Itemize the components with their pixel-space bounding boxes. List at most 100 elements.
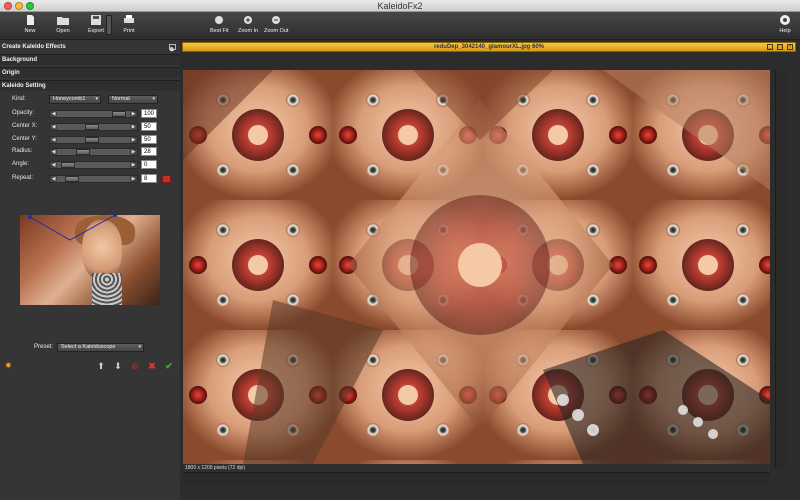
- radius-slider[interactable]: ◀ ▶: [49, 148, 138, 156]
- center-x-value[interactable]: 50: [141, 122, 157, 131]
- window-title: KaleidoFx2: [377, 1, 423, 11]
- slider-thumb[interactable]: [61, 162, 75, 168]
- section-kaleido-setting[interactable]: Kaleido Setting: [0, 80, 180, 91]
- section-background-label: Background: [2, 57, 38, 63]
- new-label: New: [24, 28, 36, 34]
- best-fit-icon: [215, 16, 224, 24]
- help-label: Help: [779, 28, 791, 34]
- zoom-in-button[interactable]: Zoom In: [238, 14, 258, 34]
- slider-thumb[interactable]: [85, 124, 99, 130]
- section-kaleido-label: Kaleido Setting: [2, 83, 46, 89]
- kaleidoscope-canvas[interactable]: [183, 70, 770, 464]
- zoom-out-icon: [272, 16, 281, 24]
- center-y-slider[interactable]: ◀ ▶: [49, 136, 138, 144]
- param-label: Opacity:: [12, 110, 35, 116]
- printer-icon: [124, 15, 134, 23]
- slider-left-arrow-icon[interactable]: ◀: [50, 149, 57, 155]
- wedge-handle[interactable]: [113, 215, 117, 217]
- zoom-in-label: Zoom In: [238, 28, 259, 34]
- center-y-value[interactable]: 50: [141, 135, 157, 144]
- export-button[interactable]: Export: [88, 14, 104, 34]
- param-row: Radius: ◀ ▶ 28: [0, 146, 180, 157]
- help-lifebuoy-icon: [780, 15, 790, 25]
- document-titlebar: reduDep_3042140_glamourXL.jpg 60% _ □ ×: [182, 42, 796, 52]
- document-window: reduDep_3042140_glamourXL.jpg 60% _ □ ×: [180, 40, 800, 500]
- best-fit-label: Best Fit: [210, 28, 229, 34]
- vertical-scrollbar[interactable]: [775, 70, 787, 468]
- slider-thumb[interactable]: [112, 111, 126, 117]
- main-toolbar: New Open Export Print Best Fit Zoom In Z…: [0, 12, 800, 40]
- angle-slider[interactable]: ◀ ▶: [49, 161, 138, 169]
- center-x-slider[interactable]: ◀ ▶: [49, 123, 138, 131]
- param-label: Center Y:: [12, 136, 37, 142]
- cancel-x-icon[interactable]: ✖: [146, 360, 158, 372]
- slider-thumb[interactable]: [65, 176, 79, 182]
- kind-value: Honeycomb1: [53, 96, 86, 102]
- opacity-value[interactable]: 100: [141, 109, 157, 118]
- document-title: reduDep_3042140_glamourXL.jpg 60%: [433, 44, 545, 50]
- settings-panel: Create Kaleido Effects ⧉ Background Orig…: [0, 40, 180, 500]
- kind-label: Kind:: [12, 96, 26, 102]
- minimize-doc-icon[interactable]: _: [767, 44, 773, 50]
- print-label: Print: [123, 28, 135, 34]
- radius-value[interactable]: 28: [141, 147, 157, 156]
- section-origin[interactable]: Origin: [0, 67, 180, 78]
- angle-value[interactable]: 0: [141, 160, 157, 169]
- param-row: Angle: ◀ ▶ 0: [0, 159, 180, 170]
- slider-right-arrow-icon[interactable]: ▶: [130, 149, 137, 155]
- new-button[interactable]: New: [23, 14, 37, 34]
- wedge-handle[interactable]: [28, 215, 32, 219]
- chevron-down-icon: ▾: [95, 96, 98, 102]
- save-preset-button[interactable]: ⬆: [95, 360, 107, 372]
- preset-label: Preset:: [34, 344, 54, 350]
- slider-right-arrow-icon[interactable]: ▶: [130, 111, 137, 117]
- param-label: Radius:: [12, 148, 33, 154]
- slider-right-arrow-icon[interactable]: ▶: [130, 137, 137, 143]
- reset-repeat-button[interactable]: [162, 175, 171, 183]
- open-folder-icon: [57, 17, 69, 25]
- slider-left-arrow-icon[interactable]: ◀: [50, 137, 57, 143]
- param-label: Repeat:: [12, 175, 34, 181]
- slider-left-arrow-icon[interactable]: ◀: [50, 111, 57, 117]
- export-options-dropdown[interactable]: [106, 15, 112, 35]
- chevron-down-icon: ▾: [152, 96, 155, 102]
- slider-right-arrow-icon[interactable]: ▶: [130, 176, 137, 182]
- section-background[interactable]: Background: [0, 54, 180, 65]
- slider-left-arrow-icon[interactable]: ◀: [50, 124, 57, 130]
- close-doc-icon[interactable]: ×: [787, 44, 793, 50]
- source-image-preview[interactable]: [20, 215, 160, 305]
- slider-left-arrow-icon[interactable]: ◀: [50, 162, 57, 168]
- zoom-out-button[interactable]: Zoom Out: [264, 14, 288, 34]
- chevron-down-icon: ▾: [138, 344, 141, 350]
- repeat-slider[interactable]: ◀ ▶: [49, 175, 138, 183]
- section-origin-label: Origin: [2, 70, 20, 76]
- stop-icon[interactable]: ⊘: [129, 360, 141, 372]
- slider-thumb[interactable]: [85, 137, 99, 143]
- opacity-slider[interactable]: ◀ ▶: [49, 110, 138, 118]
- slider-thumb[interactable]: [76, 149, 90, 155]
- load-preset-button[interactable]: ⬇: [112, 360, 124, 372]
- panel-header: Create Kaleido Effects ⧉: [0, 42, 180, 53]
- kind-select[interactable]: Honeycomb1 ▾: [49, 95, 101, 104]
- slider-right-arrow-icon[interactable]: ▶: [130, 124, 137, 130]
- preset-select[interactable]: Select a Kaleidoscope ▾: [57, 343, 144, 352]
- print-button[interactable]: Print: [122, 14, 136, 34]
- settings-gear-icon[interactable]: ✹: [5, 362, 13, 370]
- horizontal-scrollbar[interactable]: [183, 472, 770, 484]
- apply-check-icon[interactable]: ✔: [163, 360, 175, 372]
- maximize-doc-icon[interactable]: □: [777, 44, 783, 50]
- export-label: Export: [88, 28, 104, 34]
- open-button[interactable]: Open: [56, 14, 70, 34]
- help-button[interactable]: Help: [778, 14, 792, 34]
- slider-left-arrow-icon[interactable]: ◀: [50, 176, 57, 182]
- detach-panel-icon[interactable]: ⧉: [169, 44, 176, 53]
- param-label: Angle:: [12, 161, 30, 167]
- slider-right-arrow-icon[interactable]: ▶: [130, 162, 137, 168]
- param-row: Center X: ◀ ▶ 50: [0, 121, 180, 132]
- save-disk-icon: [90, 15, 101, 25]
- origin-wedge-overlay[interactable]: [20, 215, 160, 305]
- repeat-value[interactable]: 8: [141, 174, 157, 183]
- best-fit-button[interactable]: Best Fit: [210, 14, 229, 34]
- blend-mode-select[interactable]: Normal ▾: [108, 95, 158, 104]
- kaleidoscope-image: [183, 70, 770, 464]
